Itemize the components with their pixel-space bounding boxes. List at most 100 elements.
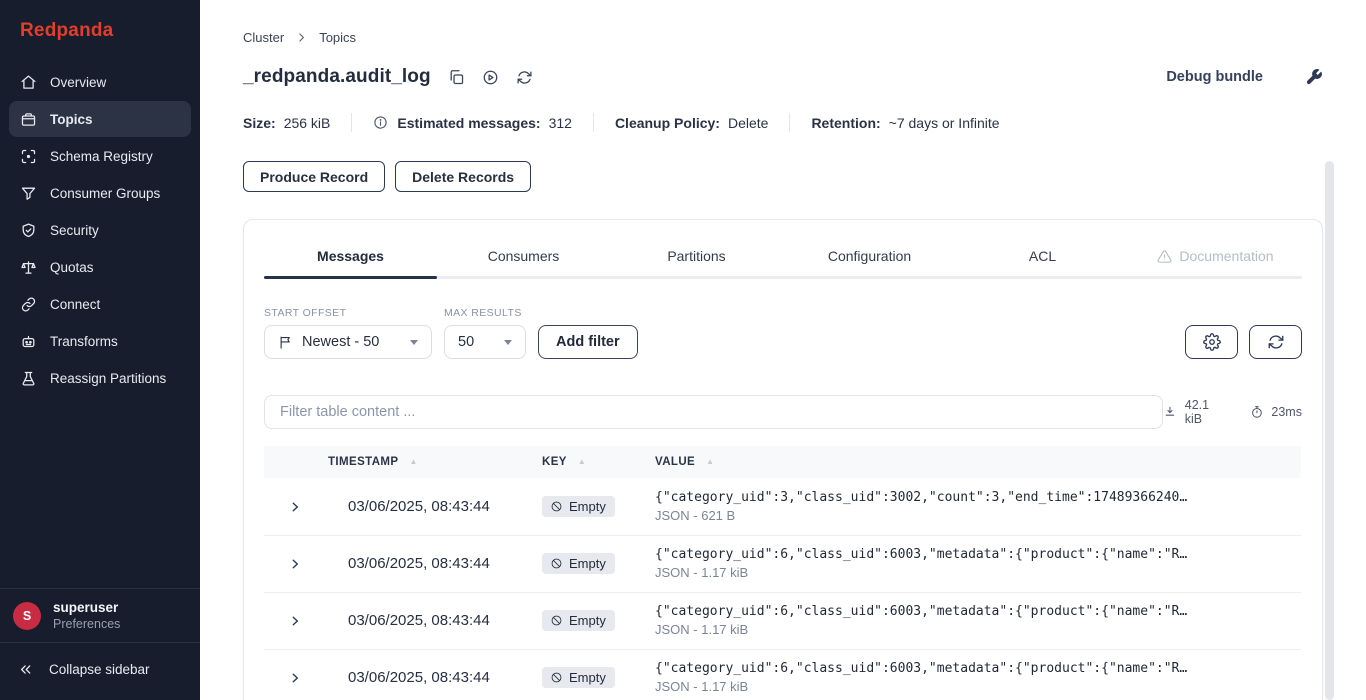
funnel-icon: [20, 185, 37, 202]
sidebar-item-label: Overview: [50, 75, 106, 90]
sidebar-item-transforms[interactable]: Transforms: [9, 323, 191, 359]
table-header-row: TIMESTAMP▲ KEY▲ VALUE▲: [264, 446, 1301, 478]
debug-bundle-link[interactable]: Debug bundle: [1166, 69, 1263, 85]
refresh-table-button[interactable]: [1249, 325, 1302, 359]
collapse-sidebar-label: Collapse sidebar: [49, 662, 150, 677]
sidebar-item-security[interactable]: Security: [9, 212, 191, 248]
breadcrumb-topics[interactable]: Topics: [319, 30, 356, 45]
size-label: Size:: [243, 115, 276, 131]
produce-record-button[interactable]: Produce Record: [243, 161, 385, 192]
ban-icon: [550, 614, 563, 627]
row-value: {"category_uid":3,"class_uid":3002,"coun…: [655, 490, 1198, 505]
double-chevron-left-icon: [17, 661, 34, 678]
bot-icon: [20, 333, 37, 350]
collapse-sidebar-button[interactable]: Collapse sidebar: [0, 642, 200, 700]
size-value: 256 kiB: [284, 115, 331, 131]
table-row: 03/06/2025, 08:43:44 Empty {"category_ui…: [264, 478, 1301, 535]
divider: [593, 113, 594, 132]
topics-icon: [20, 111, 37, 128]
avatar: S: [13, 602, 41, 630]
tab-configuration[interactable]: Configuration: [783, 234, 956, 279]
key-column-header[interactable]: KEY▲: [542, 446, 655, 478]
sidebar-item-schema-registry[interactable]: Schema Registry: [9, 138, 191, 174]
estimated-messages-value: 312: [549, 115, 572, 131]
wrench-icon[interactable]: [1305, 68, 1323, 86]
scales-icon: [20, 259, 37, 276]
sidebar-item-connect[interactable]: Connect: [9, 286, 191, 322]
tab-documentation: Documentation: [1129, 234, 1302, 279]
estimated-messages-label: Estimated messages:: [397, 115, 540, 131]
refresh-icon[interactable]: [516, 69, 533, 86]
chevron-down-icon: [410, 340, 418, 345]
sidebar-item-reassign-partitions[interactable]: Reassign Partitions: [9, 360, 191, 396]
messages-table: TIMESTAMP▲ KEY▲ VALUE▲ 03/06/2025, 08:43…: [264, 446, 1301, 700]
vertical-scrollbar[interactable]: [1325, 161, 1334, 700]
expand-row-icon[interactable]: [288, 671, 302, 685]
add-filter-button[interactable]: Add filter: [538, 325, 638, 359]
sidebar-item-consumer-groups[interactable]: Consumer Groups: [9, 175, 191, 211]
redpanda-logo: Redpanda: [0, 0, 200, 58]
retention-label: Retention:: [811, 115, 880, 131]
sidebar-item-overview[interactable]: Overview: [9, 64, 191, 100]
sort-icon: ▲: [578, 457, 586, 466]
delete-records-button[interactable]: Delete Records: [395, 161, 531, 192]
table-row: 03/06/2025, 08:43:44 Empty {"category_ui…: [264, 592, 1301, 649]
payload-size: 42.1 kiB: [1185, 398, 1230, 426]
breadcrumb: Cluster Topics: [243, 30, 1323, 45]
key-empty-badge: Empty: [542, 667, 615, 688]
flag-icon: [278, 335, 293, 350]
gear-icon: [1203, 333, 1221, 351]
tab-messages[interactable]: Messages: [264, 234, 437, 279]
timestamp-column-header[interactable]: TIMESTAMP▲: [328, 446, 542, 478]
key-empty-badge: Empty: [542, 610, 615, 631]
start-offset-select[interactable]: Newest - 50: [264, 325, 432, 359]
start-offset-value: Newest - 50: [302, 334, 379, 350]
topic-actions: Produce Record Delete Records: [243, 161, 1323, 192]
elapsed-time: 23ms: [1271, 405, 1302, 419]
sidebar-item-label: Transforms: [50, 334, 118, 349]
table-row: 03/06/2025, 08:43:44 Empty {"category_ui…: [264, 535, 1301, 592]
table-tools: [1185, 325, 1302, 359]
result-meta: 42.1 kiB 23ms: [1163, 398, 1302, 426]
cleanup-policy-label: Cleanup Policy:: [615, 115, 720, 131]
expand-row-icon[interactable]: [288, 500, 302, 514]
sidebar-bottom: S superuser Preferences Collapse sidebar: [0, 588, 200, 700]
ban-icon: [550, 500, 563, 513]
message-controls: START OFFSET Newest - 50 MAX RESULTS 50 …: [264, 307, 1302, 359]
topic-stats: Size: 256 kiB Estimated messages: 312 Cl…: [243, 113, 1323, 132]
filter-table-input[interactable]: [264, 395, 1163, 429]
max-results-select[interactable]: 50: [444, 325, 526, 359]
tab-consumers[interactable]: Consumers: [437, 234, 610, 279]
key-empty-badge: Empty: [542, 496, 615, 517]
chevron-down-icon: [504, 340, 512, 345]
sidebar-item-quotas[interactable]: Quotas: [9, 249, 191, 285]
sort-icon: ▲: [706, 457, 714, 466]
breadcrumb-cluster[interactable]: Cluster: [243, 30, 284, 45]
warning-triangle-icon: [1157, 249, 1172, 264]
play-circle-icon[interactable]: [482, 69, 499, 86]
divider: [351, 113, 352, 132]
stopwatch-icon: [1250, 405, 1264, 419]
row-value: {"category_uid":6,"class_uid":6003,"meta…: [655, 661, 1198, 676]
debug-bundle: Debug bundle: [1166, 68, 1323, 86]
info-icon: [373, 115, 388, 130]
user-name: superuser: [53, 600, 120, 615]
sidebar-item-label: Consumer Groups: [50, 186, 160, 201]
sidebar-item-label: Security: [50, 223, 99, 238]
tab-acl[interactable]: ACL: [956, 234, 1129, 279]
settings-button[interactable]: [1185, 325, 1238, 359]
max-results-label: MAX RESULTS: [444, 307, 526, 319]
preferences-link[interactable]: Preferences: [53, 617, 120, 631]
expand-row-icon[interactable]: [288, 557, 302, 571]
tab-partitions[interactable]: Partitions: [610, 234, 783, 279]
expand-row-icon[interactable]: [288, 614, 302, 628]
user-section: S superuser Preferences: [0, 588, 200, 642]
value-column-header[interactable]: VALUE▲: [655, 446, 1301, 478]
filter-bar: 42.1 kiB 23ms: [264, 395, 1302, 429]
refresh-icon: [1267, 333, 1285, 351]
sidebar-item-label: Topics: [50, 112, 93, 127]
row-timestamp: 03/06/2025, 08:43:44: [328, 649, 542, 700]
sidebar-item-topics[interactable]: Topics: [9, 101, 191, 137]
copy-icon[interactable]: [448, 69, 465, 86]
flask-icon: [20, 370, 37, 387]
